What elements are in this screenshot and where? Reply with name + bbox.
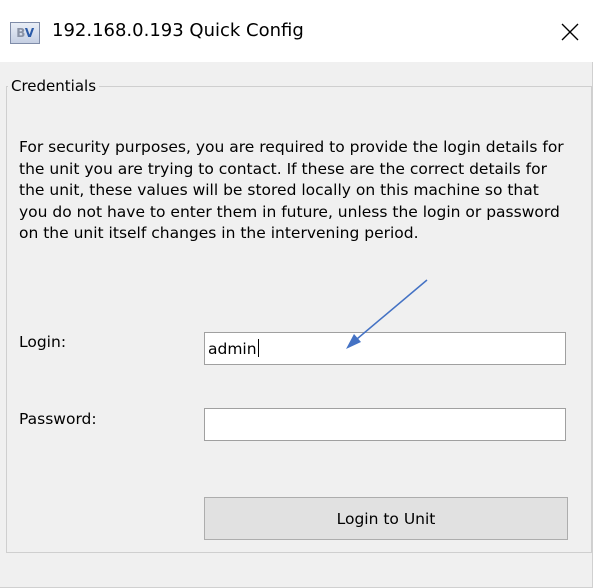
password-label: Password: bbox=[19, 410, 97, 428]
text-caret bbox=[257, 339, 259, 357]
credentials-group-label: Credentials bbox=[8, 77, 100, 95]
login-input[interactable]: admin bbox=[204, 332, 566, 365]
quick-config-window: BV 192.168.0.193 Quick Config Credential… bbox=[0, 0, 593, 588]
password-input[interactable] bbox=[204, 408, 566, 441]
window-title: 192.168.0.193 Quick Config bbox=[52, 20, 304, 41]
close-icon bbox=[561, 23, 579, 41]
login-to-unit-button[interactable]: Login to Unit bbox=[204, 497, 568, 540]
bv-app-icon: BV bbox=[10, 22, 40, 44]
security-info-text: For security purposes, you are required … bbox=[19, 138, 564, 242]
login-input-value: admin bbox=[208, 340, 257, 358]
title-bar[interactable]: BV 192.168.0.193 Quick Config bbox=[0, 0, 593, 62]
login-label: Login: bbox=[19, 333, 67, 351]
close-button[interactable] bbox=[547, 10, 593, 54]
